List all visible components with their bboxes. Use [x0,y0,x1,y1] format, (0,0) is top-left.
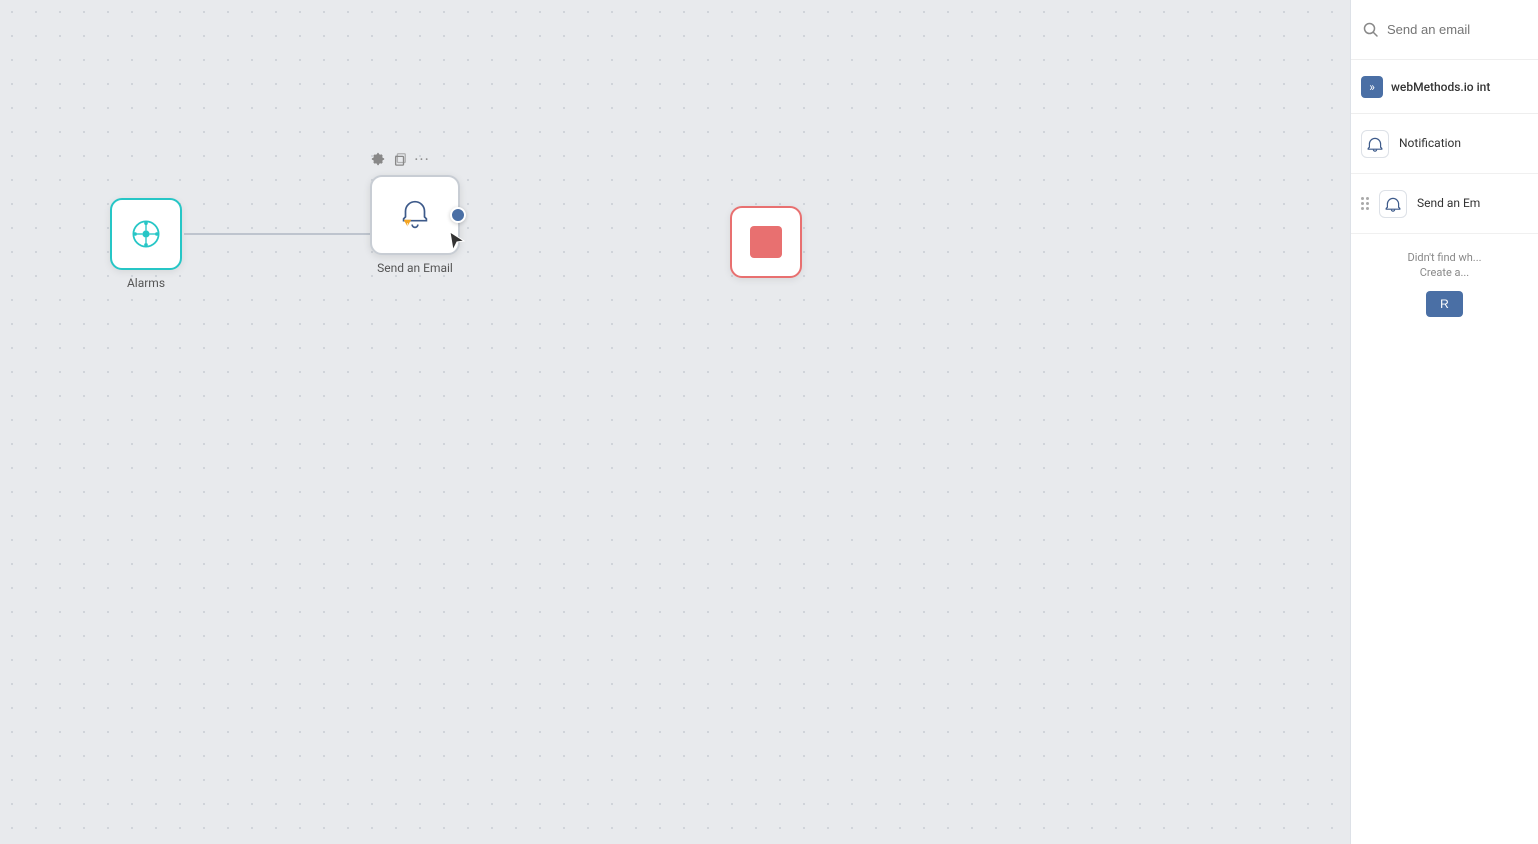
search-bar: Send an email [1351,0,1538,60]
not-found-section: Didn't find wh...Create a... R [1351,234,1538,325]
node-alarms[interactable]: Alarms [110,198,182,290]
workflow-canvas[interactable]: Alarms ··· [0,0,1350,844]
settings-icon[interactable] [370,151,386,167]
section-title: webMethods.io int [1391,80,1490,94]
request-button[interactable]: R [1426,291,1463,317]
section-chevron: » [1361,76,1383,98]
stop-inner-square [750,226,782,258]
send-email-node-label: Send an Email [377,261,453,275]
connector-line [184,200,384,268]
alarms-node-box[interactable] [110,198,182,270]
send-an-em-result-label: Send an Em [1417,196,1480,212]
bell-icon-container: ! [396,196,434,234]
notification-result-label: Notification [1399,136,1461,152]
node-toolbar: ··· [370,151,430,167]
send-an-em-result-icon [1379,190,1407,218]
copy-icon[interactable] [392,151,408,167]
notification-result-icon [1361,130,1389,158]
bell-icon: ! [396,196,434,234]
search-icon [1363,22,1379,38]
more-icon[interactable]: ··· [414,151,430,167]
section-header[interactable]: » webMethods.io int [1351,60,1538,114]
drag-handle [1361,197,1369,210]
alarms-icon [128,216,164,252]
right-panel: Send an email » webMethods.io int Notifi… [1350,0,1538,844]
send-an-em-result-item[interactable]: Send an Em [1351,174,1538,234]
node-stop[interactable] [730,206,802,278]
notification-result-item[interactable]: Notification [1351,114,1538,174]
not-found-text: Didn't find wh...Create a... [1363,250,1526,281]
send-email-node-box[interactable]: ! [370,175,460,255]
search-input[interactable]: Send an email [1387,22,1526,37]
node-send-email[interactable]: ··· ! Send an Email [370,175,460,275]
alarms-node-label: Alarms [127,276,165,290]
connection-dot[interactable] [450,207,466,223]
